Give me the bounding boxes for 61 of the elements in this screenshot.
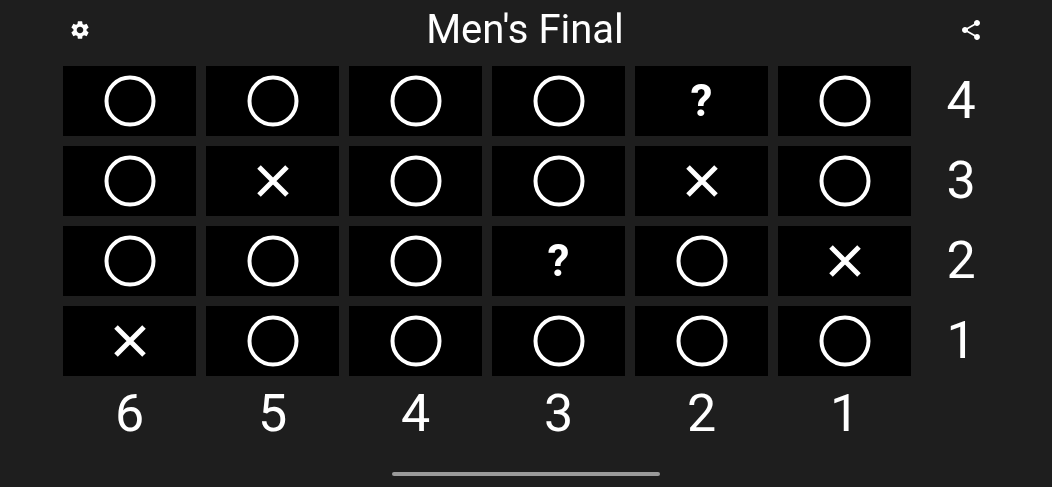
- board-cell[interactable]: [635, 226, 768, 296]
- board-cell[interactable]: [349, 226, 482, 296]
- circle-icon: [532, 75, 585, 127]
- board-cell[interactable]: [206, 146, 339, 216]
- board-cell[interactable]: [63, 226, 196, 296]
- cross-icon: [684, 164, 719, 198]
- row-label: 2: [945, 235, 977, 287]
- circle-icon: [675, 235, 728, 287]
- circle-icon: [389, 315, 442, 367]
- board-cell[interactable]: [492, 66, 625, 136]
- circle-icon: [675, 315, 728, 367]
- circle-icon: [532, 155, 585, 207]
- cross-icon: [827, 244, 862, 278]
- row-label: 3: [945, 155, 977, 207]
- circle-icon: [818, 75, 871, 127]
- board-cell[interactable]: [635, 306, 768, 376]
- circle-icon: [389, 75, 442, 127]
- board-cell[interactable]: ?: [492, 226, 625, 296]
- circle-icon: [246, 315, 299, 367]
- board-cell[interactable]: [349, 66, 482, 136]
- board-cell[interactable]: [206, 66, 339, 136]
- column-label: 6: [113, 388, 146, 440]
- circle-icon: [103, 155, 156, 207]
- column-label: 4: [399, 388, 432, 440]
- circle-icon: [389, 155, 442, 207]
- circle-icon: [103, 75, 156, 127]
- board-cell[interactable]: [349, 306, 482, 376]
- settings-icon[interactable]: [69, 19, 91, 41]
- board-cell[interactable]: [63, 146, 196, 216]
- column-label: 3: [542, 388, 575, 440]
- question-mark: ?: [690, 79, 713, 123]
- board-cell[interactable]: [349, 146, 482, 216]
- board-cell[interactable]: [206, 306, 339, 376]
- board-cell[interactable]: [778, 146, 911, 216]
- column-label: 1: [828, 388, 861, 440]
- circle-icon: [532, 315, 585, 367]
- circle-icon: [246, 235, 299, 287]
- board-cell[interactable]: [778, 226, 911, 296]
- cross-icon: [112, 324, 147, 358]
- row-label: 4: [945, 75, 977, 127]
- board-cell[interactable]: ?: [635, 66, 768, 136]
- circle-icon: [246, 75, 299, 127]
- circle-icon: [103, 235, 156, 287]
- column-label: 5: [256, 388, 289, 440]
- board-cell[interactable]: [635, 146, 768, 216]
- question-mark: ?: [547, 239, 570, 283]
- board-cell[interactable]: [778, 66, 911, 136]
- board-cell[interactable]: [206, 226, 339, 296]
- column-label: 2: [685, 388, 718, 440]
- board-cell[interactable]: [63, 66, 196, 136]
- share-icon[interactable]: [959, 18, 983, 42]
- window-title: Men's Final: [426, 10, 624, 50]
- board-cell[interactable]: [492, 306, 625, 376]
- board-cell[interactable]: [63, 306, 196, 376]
- board-cell[interactable]: [492, 146, 625, 216]
- circle-icon: [389, 235, 442, 287]
- cross-icon: [255, 164, 290, 198]
- row-label: 1: [945, 315, 977, 367]
- circle-icon: [818, 155, 871, 207]
- circle-icon: [818, 315, 871, 367]
- board-cell[interactable]: [778, 306, 911, 376]
